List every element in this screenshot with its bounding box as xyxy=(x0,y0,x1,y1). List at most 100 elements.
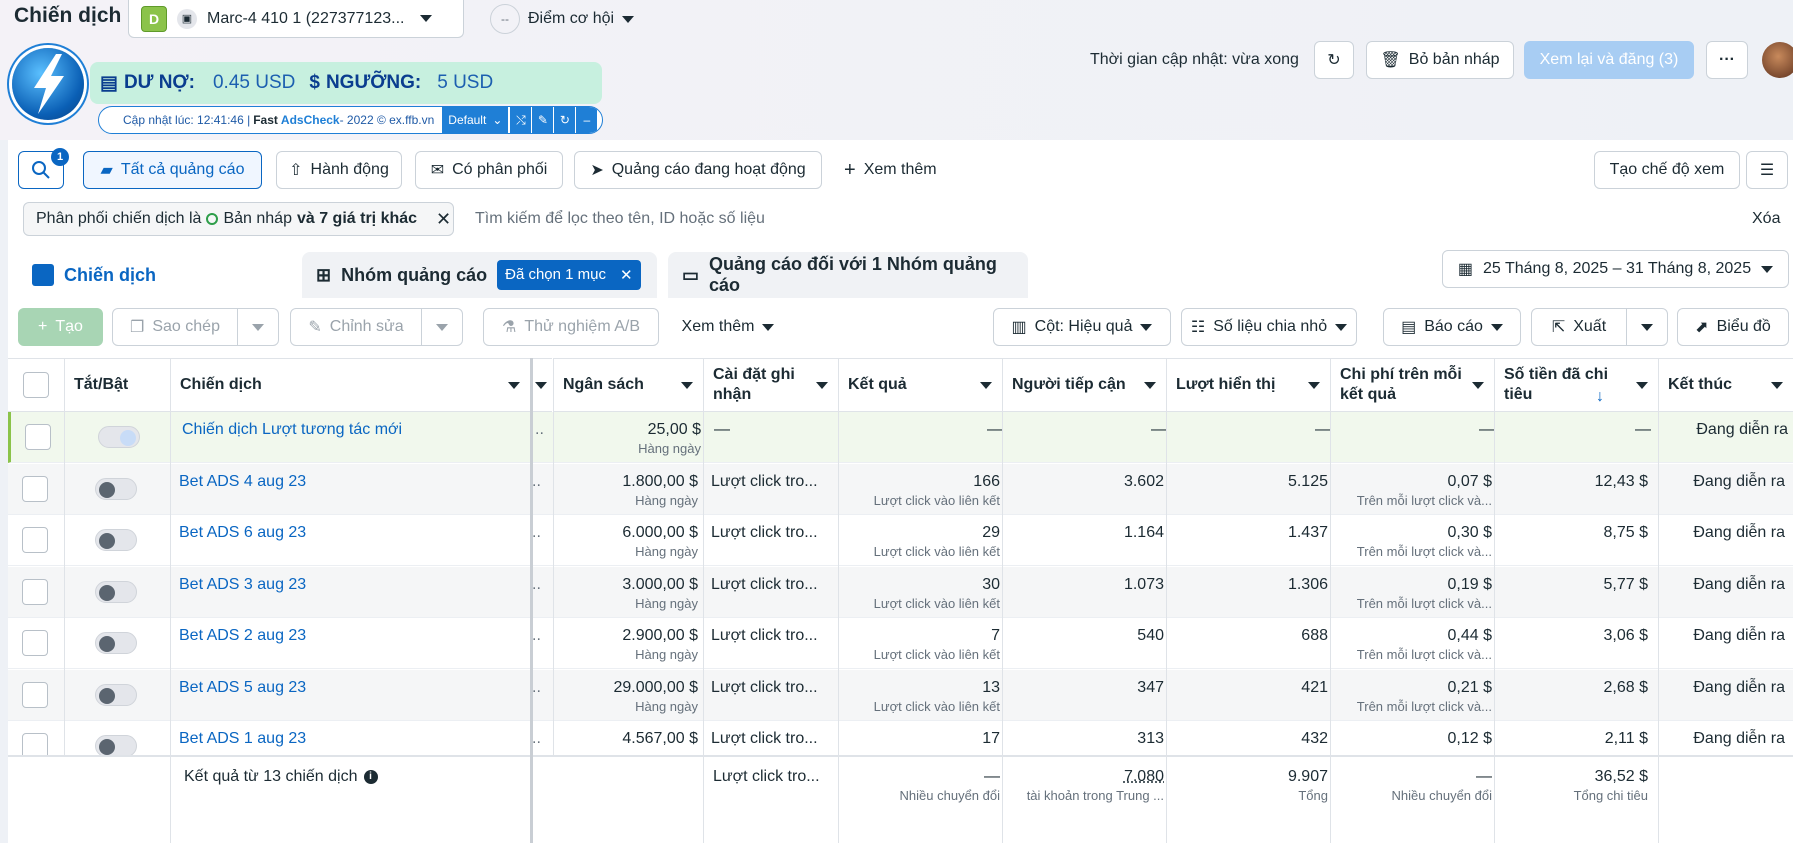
hidden-column-ellipsis: .. xyxy=(532,575,541,595)
campaign-name-link[interactable]: Bet ADS 3 aug 23 xyxy=(179,575,306,595)
filter-value: Bản nháp xyxy=(223,210,292,228)
settings-sliders-button[interactable]: ☰ xyxy=(1746,151,1788,189)
sort-icon xyxy=(1308,382,1320,389)
column-header-toggle[interactable]: Tắt/Bật xyxy=(64,358,170,412)
row-checkbox[interactable] xyxy=(22,630,48,656)
copy-dropdown[interactable] xyxy=(237,308,279,346)
more-options-button[interactable]: ··· xyxy=(1706,41,1748,79)
edit-dropdown[interactable] xyxy=(421,308,463,346)
chart-button[interactable]: ⬈ Biểu đồ xyxy=(1677,308,1789,346)
campaign-toggle[interactable] xyxy=(95,478,137,500)
close-icon[interactable]: ✕ xyxy=(620,266,633,284)
campaign-toggle[interactable] xyxy=(95,632,137,654)
column-header-ends[interactable]: Kết thúc xyxy=(1658,358,1793,412)
table-row[interactable]: Bet ADS 6 aug 23.. 6.000,00 $ Hàng ngày Lượ… xyxy=(8,515,1793,566)
edit-icon[interactable]: ✎ xyxy=(532,106,553,134)
active-ads-chip[interactable]: ➤ Quảng cáo đang hoạt động xyxy=(574,151,822,189)
summary-spent-sub: Tổng chi tiêu xyxy=(1496,787,1648,805)
campaign-toggle[interactable] xyxy=(98,426,140,448)
row-checkbox[interactable] xyxy=(22,682,48,708)
opportunity-score[interactable]: -- Điểm cơ hội xyxy=(490,4,634,34)
campaign-name-link[interactable]: Bet ADS 1 aug 23 xyxy=(179,729,306,749)
create-button[interactable]: + Tạo xyxy=(18,308,103,346)
select-all-checkbox[interactable] xyxy=(23,372,49,398)
more-filters-button[interactable]: + Xem thêm xyxy=(844,153,937,187)
date-range-picker[interactable]: ▦ 25 Tháng 8, 2025 – 31 Tháng 8, 2025 xyxy=(1442,250,1789,288)
export-dropdown[interactable] xyxy=(1626,308,1668,346)
copy-button[interactable]: ❐ Sao chép xyxy=(112,308,238,346)
shuffle-icon[interactable]: ⤭ xyxy=(510,106,531,134)
columns-button[interactable]: ▥ Cột: Hiệu quả xyxy=(993,308,1171,346)
cpr-value: 0,21 $ xyxy=(1332,678,1492,698)
tab-campaigns[interactable]: Chiến dịch xyxy=(18,252,293,298)
ellipsis-icon: ··· xyxy=(1719,51,1735,69)
tab-campaigns-label: Chiến dịch xyxy=(64,265,156,286)
edit-label: Chỉnh sửa xyxy=(330,318,404,336)
table-row[interactable]: Bet ADS 3 aug 23.. 3.000,00 $ Hàng ngày Lượ… xyxy=(8,567,1793,618)
column-header-cost-per-result[interactable]: Chi phí trên mỗi kết quả xyxy=(1330,358,1494,412)
column-header-hidden[interactable] xyxy=(530,358,552,412)
column-header-results[interactable]: Kết quả xyxy=(838,358,1002,412)
ends-value: Đang diễn ra xyxy=(1648,523,1785,543)
create-view-button[interactable]: Tạo chế độ xem xyxy=(1594,151,1740,189)
campaign-toggle[interactable] xyxy=(95,684,137,706)
chevron-down-icon xyxy=(622,16,634,23)
campaign-name-link[interactable]: Bet ADS 5 aug 23 xyxy=(179,678,306,698)
row-checkbox[interactable] xyxy=(22,579,48,605)
campaign-name-link[interactable]: Bet ADS 4 aug 23 xyxy=(179,472,306,492)
column-header-reach[interactable]: Người tiếp cận xyxy=(1002,358,1166,412)
review-publish-button[interactable]: Xem lại và đăng (3) xyxy=(1524,41,1694,79)
minimize-icon[interactable]: – xyxy=(576,106,597,134)
tab-ads[interactable]: ▭ Quảng cáo đối với 1 Nhóm quảng cáo xyxy=(668,252,1028,298)
discard-drafts-button[interactable]: 🗑 Bỏ bản nháp xyxy=(1366,41,1514,79)
campaign-toggle[interactable] xyxy=(95,735,137,757)
refresh-icon[interactable]: ↻ xyxy=(554,106,575,134)
campaign-toggle[interactable] xyxy=(95,529,137,551)
reports-button[interactable]: ▤ Báo cáo xyxy=(1383,308,1521,346)
avatar[interactable] xyxy=(1762,42,1793,78)
campaign-name-link[interactable]: Chiến dịch Lượt tương tác mới xyxy=(182,420,402,440)
table-row[interactable]: Bet ADS 4 aug 23.. 1.800,00 $ Hàng ngày Lượ… xyxy=(8,464,1793,515)
column-header-campaign[interactable]: Chiến dịch xyxy=(170,358,530,412)
profile-select[interactable]: Default ⌄ xyxy=(442,106,508,134)
active-filter-chip[interactable]: Phân phối chiến dịch là Bản nháp và 7 gi… xyxy=(23,202,454,236)
all-ads-chip[interactable]: ▰ Tất cả quảng cáo xyxy=(83,151,262,189)
balance-card: ▤ DƯ NỢ: 0.45 USD $ NGƯỠNG: 5 USD xyxy=(90,62,602,104)
edit-button[interactable]: ✎ Chỉnh sửa xyxy=(290,308,422,346)
score-gauge-icon: -- xyxy=(490,4,520,34)
row-checkbox[interactable] xyxy=(22,476,48,502)
brand-fast: Fast xyxy=(253,113,278,127)
table-row[interactable]: Bet ADS 5 aug 23.. 29.000,00 $ Hàng ngày Lư… xyxy=(8,670,1793,721)
breakdown-button[interactable]: ☷ Số liệu chia nhỏ xyxy=(1181,308,1357,346)
row-checkbox[interactable] xyxy=(25,424,51,450)
delivery-chip[interactable]: ✉ Có phân phối xyxy=(415,151,563,189)
filter-search-input[interactable]: Tìm kiếm để lọc theo tên, ID hoặc số liệ… xyxy=(475,210,765,228)
toolbar-more-button[interactable]: Xem thêm xyxy=(672,308,784,346)
ab-test-button[interactable]: ⚗ Thử nghiệm A/B xyxy=(483,308,659,346)
info-icon[interactable]: i xyxy=(364,770,378,784)
clear-filters-link[interactable]: Xóa xyxy=(1752,210,1780,228)
close-icon[interactable]: ✕ xyxy=(436,209,451,230)
campaign-name-link[interactable]: Bet ADS 6 aug 23 xyxy=(179,523,306,543)
campaign-toggle[interactable] xyxy=(95,581,137,603)
hidden-column-ellipsis: .. xyxy=(532,678,541,698)
actions-chip[interactable]: ⇧ Hành động xyxy=(276,151,402,189)
campaign-name-link[interactable]: Bet ADS 2 aug 23 xyxy=(179,626,306,646)
table-row[interactable]: Chiến dịch Lượt tương tác mới.. 25,00 $ Hà… xyxy=(8,412,1793,463)
lightning-icon xyxy=(12,48,84,120)
selected-chip[interactable]: Đã chọn 1 mục ✕ xyxy=(497,260,640,290)
table-row[interactable]: Bet ADS 2 aug 23.. 2.900,00 $ Hàng ngày Lượ… xyxy=(8,618,1793,669)
column-header-impressions[interactable]: Lượt hiển thị xyxy=(1166,358,1330,412)
extension-status-bar: Cập nhật lúc: 12:41:46 | Fast AdsCheck -… xyxy=(98,106,603,134)
row-checkbox[interactable] xyxy=(22,527,48,553)
tab-adsets[interactable]: ⊞ Nhóm quảng cáo Đã chọn 1 mục ✕ xyxy=(302,252,657,298)
chevron-down-icon xyxy=(436,324,448,331)
column-header-budget[interactable]: Ngân sách xyxy=(553,358,703,412)
export-button[interactable]: ⇱ Xuất xyxy=(1531,308,1627,346)
column-header-attribution[interactable]: Cài đặt ghi nhận xyxy=(703,358,838,412)
summary-label-text: Kết quả từ 13 chiến dịch xyxy=(184,767,358,787)
column-header-amount-spent[interactable]: Số tiền đã chi tiêu ↓ xyxy=(1494,358,1658,412)
refresh-button[interactable]: ↻ xyxy=(1314,41,1354,79)
account-selector[interactable]: D ▣ Marc-4 410 1 (227377123... xyxy=(128,0,464,38)
summary-label: Kết quả từ 13 chiến dịch i xyxy=(184,767,378,787)
